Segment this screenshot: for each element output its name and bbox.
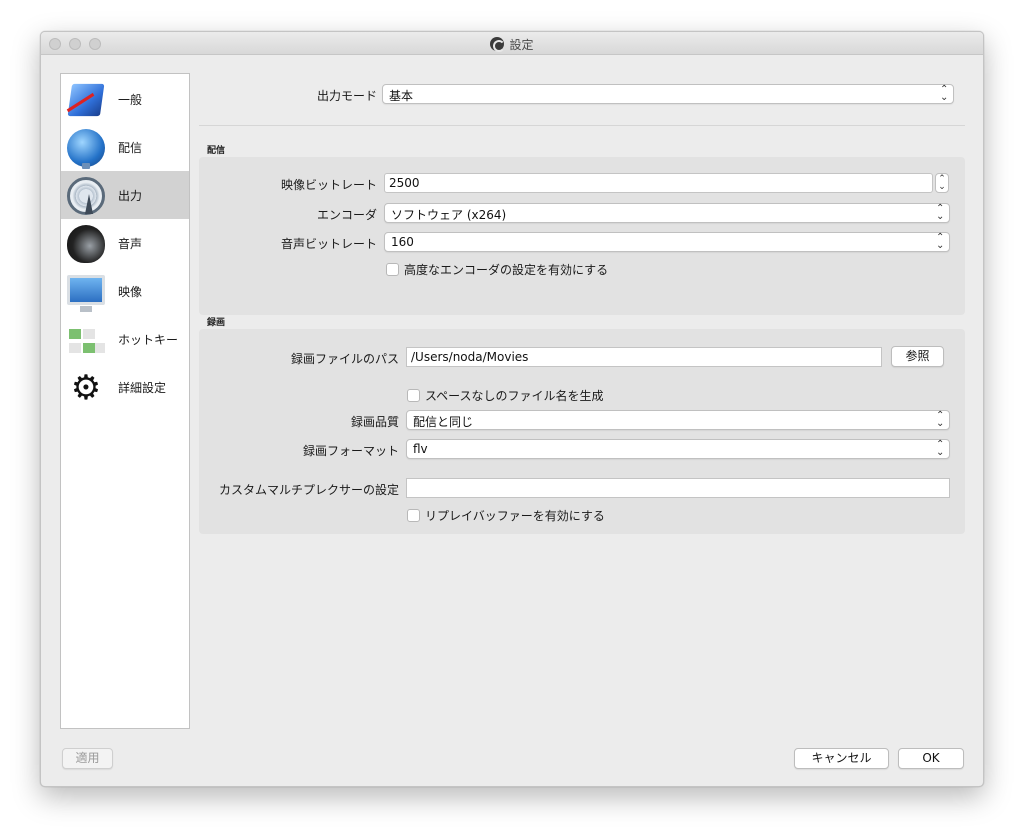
sidebar-item-label: ホットキー	[118, 333, 179, 347]
audio-bitrate-value: 160	[391, 235, 414, 249]
sidebar-item-label: 出力	[118, 189, 143, 203]
sidebar-item-advanced[interactable]: ⚙ 詳細設定	[61, 363, 189, 411]
cancel-button[interactable]: キャンセル	[794, 748, 889, 769]
chevron-updown-icon: ⌃ ⌄	[940, 84, 949, 103]
recording-quality-label: 録画品質	[350, 415, 399, 429]
encoder-value: ソフトウェア (x264)	[391, 208, 507, 222]
video-bitrate-value: 2500	[389, 176, 420, 190]
no-space-filename-label: スペースなしのファイル名を生成	[425, 389, 604, 403]
output-mode-label: 出力モード	[316, 89, 377, 103]
recording-format-value: flv	[413, 442, 428, 456]
recording-format-select[interactable]: flv ⌃ ⌄	[406, 439, 950, 459]
sidebar-item-label: 音声	[118, 237, 143, 251]
advanced-encoder-checkbox[interactable]	[386, 263, 399, 276]
gears-icon: ⚙	[70, 368, 102, 408]
audio-bitrate-label: 音声ビットレート	[280, 237, 377, 251]
sidebar-item-stream[interactable]: 配信	[61, 123, 189, 171]
video-bitrate-input[interactable]: 2500	[384, 173, 933, 193]
recording-group-title: 録画	[207, 318, 226, 328]
recording-quality-value: 配信と同じ	[413, 415, 474, 429]
sidebar-item-video[interactable]: 映像	[61, 267, 189, 315]
title-bar[interactable]: 設定	[41, 32, 983, 55]
audio-bitrate-select[interactable]: 160 ⌃ ⌄	[384, 232, 950, 252]
recording-path-label: 録画ファイルのパス	[290, 352, 399, 366]
replay-buffer-label: リプレイバッファーを有効にする	[425, 509, 605, 523]
encoder-select[interactable]: ソフトウェア (x264) ⌃ ⌄	[384, 203, 950, 223]
browse-button[interactable]: 参照	[891, 346, 944, 367]
output-mode-select[interactable]: 基本 ⌃ ⌄	[382, 84, 954, 104]
advanced-encoder-option[interactable]: 高度なエンコーダの設定を有効にする	[386, 261, 608, 277]
apply-button[interactable]: 適用	[62, 748, 113, 769]
replay-buffer-option[interactable]: リプレイバッファーを有効にする	[407, 507, 605, 523]
output-mode-value: 基本	[389, 89, 414, 103]
window-title-group: 設定	[41, 36, 983, 53]
chevron-updown-icon: ⌃ ⌄	[936, 232, 945, 251]
recording-format-label: 録画フォーマット	[302, 444, 399, 458]
muxer-settings-input[interactable]	[406, 478, 950, 498]
replay-buffer-checkbox[interactable]	[407, 509, 420, 522]
no-space-filename-checkbox[interactable]	[407, 389, 420, 402]
sidebar-item-general[interactable]: 一般	[61, 75, 189, 123]
hotkey-keyboard-icon	[67, 321, 105, 359]
sidebar-item-audio[interactable]: 音声	[61, 219, 189, 267]
speaker-icon	[67, 225, 105, 263]
sidebar-item-output[interactable]: 出力	[61, 171, 189, 219]
recording-path-value: /Users/noda/Movies	[411, 350, 529, 364]
sidebar-item-hotkeys[interactable]: ホットキー	[61, 315, 189, 363]
no-space-filename-option[interactable]: スペースなしのファイル名を生成	[407, 387, 604, 403]
video-bitrate-stepper[interactable]: ⌃ ⌄	[935, 173, 949, 193]
general-settings-icon	[67, 83, 105, 117]
ok-button[interactable]: OK	[898, 748, 964, 769]
obs-logo-icon	[490, 37, 506, 52]
stream-globe-icon	[67, 129, 105, 169]
monitor-icon	[67, 275, 105, 312]
encoder-label: エンコーダ	[316, 208, 377, 222]
sidebar-item-label: 詳細設定	[118, 381, 167, 395]
sidebar-item-label: 映像	[118, 285, 143, 299]
recording-quality-select[interactable]: 配信と同じ ⌃ ⌄	[406, 410, 950, 430]
streaming-group-title: 配信	[207, 146, 226, 156]
divider	[199, 125, 965, 126]
advanced-encoder-label: 高度なエンコーダの設定を有効にする	[404, 263, 609, 277]
output-broadcast-icon	[67, 177, 105, 215]
chevron-updown-icon: ⌃ ⌄	[936, 203, 945, 222]
sidebar-item-label: 一般	[118, 93, 143, 107]
video-bitrate-label: 映像ビットレート	[280, 178, 377, 192]
settings-window: 設定 一般 配信 出力 音声 映像 ホットキー ⚙ 詳細設定 出力モード 基本 …	[40, 31, 984, 787]
window-title: 設定	[509, 38, 534, 52]
chevron-updown-icon: ⌃ ⌄	[936, 410, 945, 429]
muxer-settings-label: カスタムマルチプレクサーの設定	[218, 483, 399, 497]
settings-sidebar: 一般 配信 出力 音声 映像 ホットキー ⚙ 詳細設定	[60, 73, 190, 729]
sidebar-item-label: 配信	[118, 141, 143, 155]
recording-path-input[interactable]: /Users/noda/Movies	[406, 347, 882, 367]
chevron-updown-icon: ⌃ ⌄	[936, 439, 945, 458]
